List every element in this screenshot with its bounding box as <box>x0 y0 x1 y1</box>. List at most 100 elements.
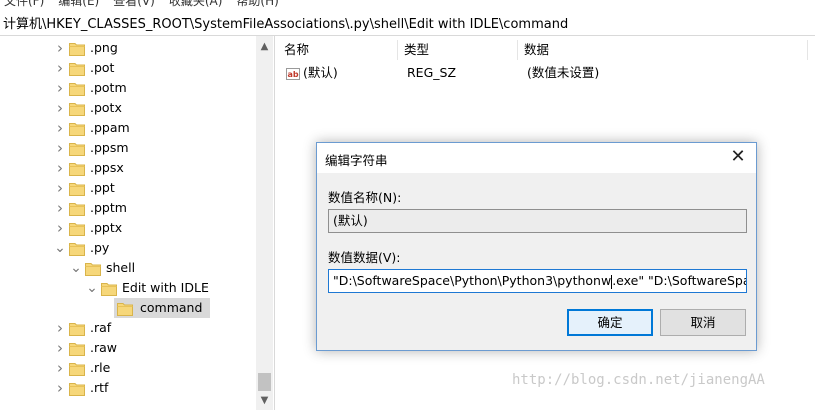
tree-item-label: .rtf <box>90 380 109 395</box>
tree-item[interactable]: › .rle <box>54 358 110 378</box>
value-data: (数值未设置) <box>527 65 600 80</box>
chevron-down-icon[interactable]: ⌄ <box>86 278 98 298</box>
list-header: 名称 类型 数据 <box>278 40 815 60</box>
folder-icon <box>66 178 90 198</box>
tree-item-label: .ppsx <box>90 160 124 175</box>
menu-view[interactable]: 查看(V) <box>113 0 155 8</box>
tree-item[interactable]: › .ppsm <box>54 138 129 158</box>
chevron-right-icon[interactable]: › <box>54 118 66 138</box>
chevron-right-icon[interactable]: › <box>54 138 66 158</box>
menu-file[interactable]: 文件(F) <box>4 0 44 8</box>
folder-icon <box>66 238 90 258</box>
folder-icon <box>66 158 90 178</box>
folder-icon <box>66 98 90 118</box>
tree-item[interactable]: › .potx <box>54 98 122 118</box>
value-data-text-before-caret: "D:\SoftwareSpace\Python\Python3\pythonw <box>333 273 612 288</box>
chevron-right-icon[interactable]: › <box>54 78 66 98</box>
value-name: (默认) <box>303 65 338 80</box>
folder-icon <box>66 78 90 98</box>
chevron-right-icon[interactable]: › <box>54 318 66 338</box>
chevron-right-icon[interactable]: › <box>54 178 66 198</box>
list-item[interactable]: ab (默认) REG_SZ (数值未设置) <box>278 63 815 83</box>
menu-favorites[interactable]: 收藏夹(A) <box>169 0 223 8</box>
folder-icon <box>66 358 90 378</box>
folder-icon <box>66 378 90 398</box>
tree-item-label: .ppsm <box>90 140 129 155</box>
chevron-right-icon[interactable]: › <box>54 198 66 218</box>
tree-item[interactable]: ⌄ Edit with IDLE <box>86 278 209 298</box>
tree-item[interactable]: ⌄ .py <box>54 238 109 258</box>
value-data-label: 数值数据(V): <box>328 250 401 265</box>
scroll-thumb[interactable] <box>258 373 271 391</box>
column-header-name[interactable]: 名称 <box>278 40 398 60</box>
tree-item-label: .py <box>90 240 110 255</box>
scroll-down-arrow-icon[interactable]: ▼ <box>256 394 273 406</box>
tree-item-label: .rle <box>90 360 111 375</box>
cancel-button[interactable]: 取消 <box>660 309 746 336</box>
tree-item[interactable]: › .pptm <box>54 198 127 218</box>
menu-edit[interactable]: 编辑(E) <box>58 0 99 8</box>
tree-item[interactable]: › .ppt <box>54 178 115 198</box>
tree-item-label: .raf <box>90 320 112 335</box>
tree-item[interactable]: › .ppam <box>54 118 130 138</box>
value-name-field: (默认) <box>328 209 747 233</box>
address-path: 计算机\HKEY_CLASSES_ROOT\SystemFileAssociat… <box>3 17 569 32</box>
chevron-right-icon[interactable]: › <box>54 378 66 398</box>
chevron-down-icon[interactable]: ⌄ <box>54 238 66 258</box>
folder-icon <box>114 298 138 318</box>
ok-button[interactable]: 确定 <box>567 309 653 336</box>
watermark: http://blog.csdn.net/jianengAA <box>512 372 765 388</box>
tree-item[interactable]: › .potm <box>54 78 127 98</box>
address-bar[interactable]: 计算机\HKEY_CLASSES_ROOT\SystemFileAssociat… <box>0 14 815 36</box>
folder-icon <box>66 138 90 158</box>
chevron-right-icon[interactable]: › <box>54 98 66 118</box>
value-data-text-after-caret: .exe" "D:\SoftwareSpace\Py <box>612 273 747 288</box>
tree-item[interactable]: command <box>102 298 211 318</box>
tree-item[interactable]: › .raw <box>54 338 117 358</box>
tree-item-label: .png <box>90 40 118 55</box>
tree-item[interactable]: › .pptx <box>54 218 122 238</box>
tree-item-label: Edit with IDLE <box>122 280 209 295</box>
tree-item-label: .ppt <box>90 180 115 195</box>
value-data-input[interactable]: "D:\SoftwareSpace\Python\Python3\pythonw… <box>328 269 747 293</box>
tree-item-label: command <box>138 298 211 318</box>
chevron-right-icon[interactable]: › <box>54 58 66 78</box>
tree-item[interactable]: › .ppsx <box>54 158 124 178</box>
tree-item[interactable]: › .rtf <box>54 378 108 398</box>
scroll-up-arrow-icon[interactable]: ▲ <box>256 40 273 52</box>
dialog-titlebar[interactable]: 编辑字符串 ✕ <box>317 143 756 173</box>
tree-item[interactable]: › .raf <box>54 318 111 338</box>
chevron-right-icon[interactable]: › <box>54 38 66 58</box>
menu-help[interactable]: 帮助(H) <box>236 0 278 8</box>
chevron-right-icon[interactable]: › <box>54 358 66 378</box>
tree-item-label: .pot <box>90 60 115 75</box>
folder-icon <box>66 218 90 238</box>
tree-item-label: .pptm <box>90 200 127 215</box>
tree-item[interactable]: › .png <box>54 38 118 58</box>
value-name-label: 数值名称(N): <box>328 190 402 205</box>
value-type: REG_SZ <box>407 65 457 80</box>
close-icon[interactable]: ✕ <box>728 147 748 167</box>
tree-item-label: .raw <box>90 340 117 355</box>
menu-bar: 文件(F) 编辑(E) 查看(V) 收藏夹(A) 帮助(H) <box>0 0 279 8</box>
tree-item-label: .potx <box>90 100 122 115</box>
chevron-right-icon[interactable]: › <box>54 338 66 358</box>
registry-editor-window: 文件(F) 编辑(E) 查看(V) 收藏夹(A) 帮助(H) 计算机\HKEY_… <box>0 0 815 410</box>
column-header-type[interactable]: 类型 <box>398 40 518 60</box>
chevron-right-icon[interactable]: › <box>54 158 66 178</box>
tree-scrollbar[interactable]: ▲ ▼ <box>256 36 273 410</box>
dialog-title: 编辑字符串 <box>325 153 388 168</box>
tree-item[interactable]: › .pot <box>54 58 114 78</box>
tree-item[interactable]: ⌄ shell <box>70 258 135 278</box>
chevron-right-icon[interactable]: › <box>54 218 66 238</box>
folder-icon <box>98 278 122 298</box>
string-value-icon: ab <box>286 67 300 80</box>
folder-icon <box>66 198 90 218</box>
tree-item-label: .potm <box>90 80 127 95</box>
column-header-data[interactable]: 数据 <box>518 40 808 60</box>
folder-icon <box>82 258 106 278</box>
chevron-down-icon[interactable]: ⌄ <box>70 258 82 278</box>
tree-item-label: shell <box>106 260 136 275</box>
folder-icon <box>66 118 90 138</box>
